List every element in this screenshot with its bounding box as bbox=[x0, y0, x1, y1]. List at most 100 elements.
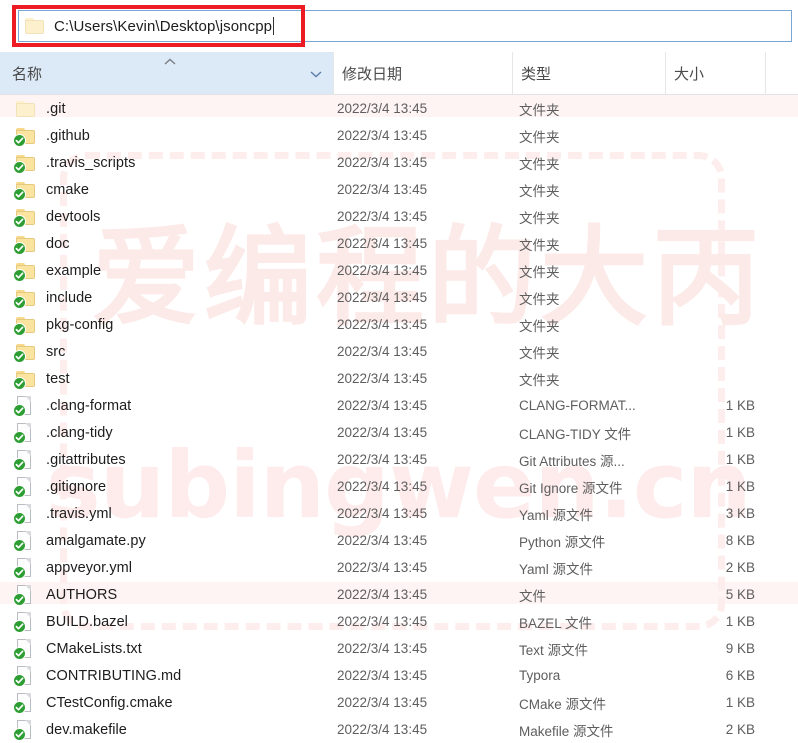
file-size: 1 KB bbox=[725, 425, 755, 440]
file-type: 文件夹 bbox=[519, 156, 560, 172]
file-row-name-cell[interactable]: .travis.yml bbox=[0, 500, 333, 527]
file-date-modified: 2022/3/4 13:45 bbox=[337, 209, 428, 224]
folder-icon bbox=[13, 180, 36, 201]
file-row[interactable]: appveyor.yml 2022/3/4 13:45 Yaml 源文件 2 KB bbox=[0, 554, 798, 581]
file-row-name-cell[interactable]: CTestConfig.cmake bbox=[0, 689, 333, 716]
file-row[interactable]: .clang-tidy 2022/3/4 13:45 CLANG-TIDY 文件 1 … bbox=[0, 419, 798, 446]
file-row-name-cell[interactable]: CONTRIBUTING.md bbox=[0, 662, 333, 689]
file-row-name-cell[interactable]: doc bbox=[0, 230, 333, 257]
column-header-name-label: 名称 bbox=[12, 65, 43, 83]
chevron-down-icon[interactable] bbox=[309, 66, 323, 83]
file-date-modified: 2022/3/4 13:45 bbox=[337, 587, 428, 602]
file-row-name-cell[interactable]: example bbox=[0, 257, 333, 284]
file-type: Python 源文件 bbox=[519, 534, 606, 550]
file-date-modified: 2022/3/4 13:45 bbox=[337, 317, 428, 332]
file-date-modified: 2022/3/4 13:45 bbox=[337, 155, 428, 170]
file-date-modified: 2022/3/4 13:45 bbox=[337, 479, 428, 494]
file-row-name-cell[interactable]: .clang-tidy bbox=[0, 419, 333, 446]
file-date-modified: 2022/3/4 13:45 bbox=[337, 398, 428, 413]
file-row[interactable]: example 2022/3/4 13:45 文件夹 bbox=[0, 257, 798, 284]
folder-icon bbox=[13, 153, 36, 174]
file-row[interactable]: .travis.yml 2022/3/4 13:45 Yaml 源文件 3 KB bbox=[0, 500, 798, 527]
file-row-name-cell[interactable]: .github bbox=[0, 122, 333, 149]
file-row[interactable]: .clang-format 2022/3/4 13:45 CLANG-FORMAT.… bbox=[0, 392, 798, 419]
file-date-modified: 2022/3/4 13:45 bbox=[337, 101, 428, 116]
sync-check-icon bbox=[13, 727, 26, 741]
column-header-type-label: 类型 bbox=[521, 65, 552, 83]
file-row[interactable]: devtools 2022/3/4 13:45 文件夹 bbox=[0, 203, 798, 230]
file-row-name-cell[interactable]: BUILD.bazel bbox=[0, 608, 333, 635]
file-row[interactable]: test 2022/3/4 13:45 文件夹 bbox=[0, 365, 798, 392]
file-row[interactable]: .github 2022/3/4 13:45 文件夹 bbox=[0, 122, 798, 149]
sync-check-icon bbox=[13, 673, 26, 687]
file-row-name-cell[interactable]: .git bbox=[0, 95, 333, 122]
file-row-name-cell[interactable]: CMakeLists.txt bbox=[0, 635, 333, 662]
column-header-size[interactable]: 大小 bbox=[665, 52, 765, 94]
folder-icon bbox=[13, 315, 36, 336]
file-row-name-cell[interactable]: .gitignore bbox=[0, 473, 333, 500]
file-row[interactable]: CTestConfig.cmake 2022/3/4 13:45 CMake 源文件… bbox=[0, 689, 798, 716]
file-name-label: amalgamate.py bbox=[46, 532, 146, 549]
file-row[interactable]: .gitignore 2022/3/4 13:45 Git Ignore 源文件 1 … bbox=[0, 473, 798, 500]
file-row-name-cell[interactable]: amalgamate.py bbox=[0, 527, 333, 554]
file-name-label: .travis.yml bbox=[46, 505, 112, 522]
file-row-name-cell[interactable]: test bbox=[0, 365, 333, 392]
file-list[interactable]: .git 2022/3/4 13:45 文件夹 .github 2022/3/4 13:… bbox=[0, 95, 798, 743]
file-row-name-cell[interactable]: .travis_scripts bbox=[0, 149, 333, 176]
column-header-date-modified-label: 修改日期 bbox=[342, 65, 403, 83]
file-size: 1 KB bbox=[725, 479, 755, 494]
file-row[interactable]: AUTHORS 2022/3/4 13:45 文件 5 KB bbox=[0, 581, 798, 608]
file-row-name-cell[interactable]: AUTHORS bbox=[0, 581, 333, 608]
file-row[interactable]: cmake 2022/3/4 13:45 文件夹 bbox=[0, 176, 798, 203]
file-row[interactable]: amalgamate.py 2022/3/4 13:45 Python 源文件 8 K… bbox=[0, 527, 798, 554]
file-name-label: .github bbox=[46, 127, 90, 144]
file-row-name-cell[interactable]: .gitattributes bbox=[0, 446, 333, 473]
file-row[interactable]: .git 2022/3/4 13:45 文件夹 bbox=[0, 95, 798, 122]
column-header-row: 名称 修改日期 类型 大小 bbox=[0, 52, 798, 95]
file-type: 文件夹 bbox=[519, 183, 560, 199]
file-row[interactable]: include 2022/3/4 13:45 文件夹 bbox=[0, 284, 798, 311]
file-type: 文件夹 bbox=[519, 318, 560, 334]
file-row-name-cell[interactable]: dev.makefile bbox=[0, 716, 333, 743]
file-type: Git Ignore 源文件 bbox=[519, 480, 623, 496]
file-row-name-cell[interactable]: cmake bbox=[0, 176, 333, 203]
file-icon bbox=[13, 477, 36, 498]
file-row[interactable]: CONTRIBUTING.md 2022/3/4 13:45 Typora 6 KB bbox=[0, 662, 798, 689]
folder-icon bbox=[13, 261, 36, 282]
file-type: 文件夹 bbox=[519, 264, 560, 280]
address-bar-region: C:\Users\Kevin\Desktop\jsoncpp bbox=[0, 0, 798, 50]
sync-check-icon bbox=[13, 619, 26, 633]
file-row[interactable]: .gitattributes 2022/3/4 13:45 Git Attribut… bbox=[0, 446, 798, 473]
file-row-name-cell[interactable]: include bbox=[0, 284, 333, 311]
file-row[interactable]: BUILD.bazel 2022/3/4 13:45 BAZEL 文件 1 KB bbox=[0, 608, 798, 635]
file-row[interactable]: dev.makefile 2022/3/4 13:45 Makefile 源文件 2 … bbox=[0, 716, 798, 743]
file-row-name-cell[interactable]: appveyor.yml bbox=[0, 554, 333, 581]
file-name-label: .gitignore bbox=[46, 478, 107, 495]
file-row-name-cell[interactable]: pkg-config bbox=[0, 311, 333, 338]
file-icon bbox=[13, 531, 36, 552]
address-input[interactable]: C:\Users\Kevin\Desktop\jsoncpp bbox=[18, 10, 792, 42]
sync-check-icon bbox=[13, 646, 26, 660]
file-row-name-cell[interactable]: src bbox=[0, 338, 333, 365]
file-icon bbox=[13, 612, 36, 633]
column-header-date-modified[interactable]: 修改日期 bbox=[333, 52, 512, 94]
file-date-modified: 2022/3/4 13:45 bbox=[337, 182, 428, 197]
column-header-name[interactable]: 名称 bbox=[0, 52, 333, 94]
file-date-modified: 2022/3/4 13:45 bbox=[337, 425, 428, 440]
file-row-name-cell[interactable]: devtools bbox=[0, 203, 333, 230]
file-row[interactable]: doc 2022/3/4 13:45 文件夹 bbox=[0, 230, 798, 257]
file-size: 1 KB bbox=[725, 614, 755, 629]
column-header-type[interactable]: 类型 bbox=[512, 52, 665, 94]
file-size: 1 KB bbox=[725, 452, 755, 467]
file-row[interactable]: CMakeLists.txt 2022/3/4 13:45 Text 源文件 9 KB bbox=[0, 635, 798, 662]
file-type: 文件夹 bbox=[519, 210, 560, 226]
file-type: Typora bbox=[519, 668, 561, 683]
file-size: 2 KB bbox=[725, 560, 755, 575]
sync-check-icon bbox=[13, 295, 26, 309]
file-row[interactable]: .travis_scripts 2022/3/4 13:45 文件夹 bbox=[0, 149, 798, 176]
file-row[interactable]: src 2022/3/4 13:45 文件夹 bbox=[0, 338, 798, 365]
file-row[interactable]: pkg-config 2022/3/4 13:45 文件夹 bbox=[0, 311, 798, 338]
file-row-name-cell[interactable]: .clang-format bbox=[0, 392, 333, 419]
file-date-modified: 2022/3/4 13:45 bbox=[337, 560, 428, 575]
file-name-label: dev.makefile bbox=[46, 721, 127, 738]
